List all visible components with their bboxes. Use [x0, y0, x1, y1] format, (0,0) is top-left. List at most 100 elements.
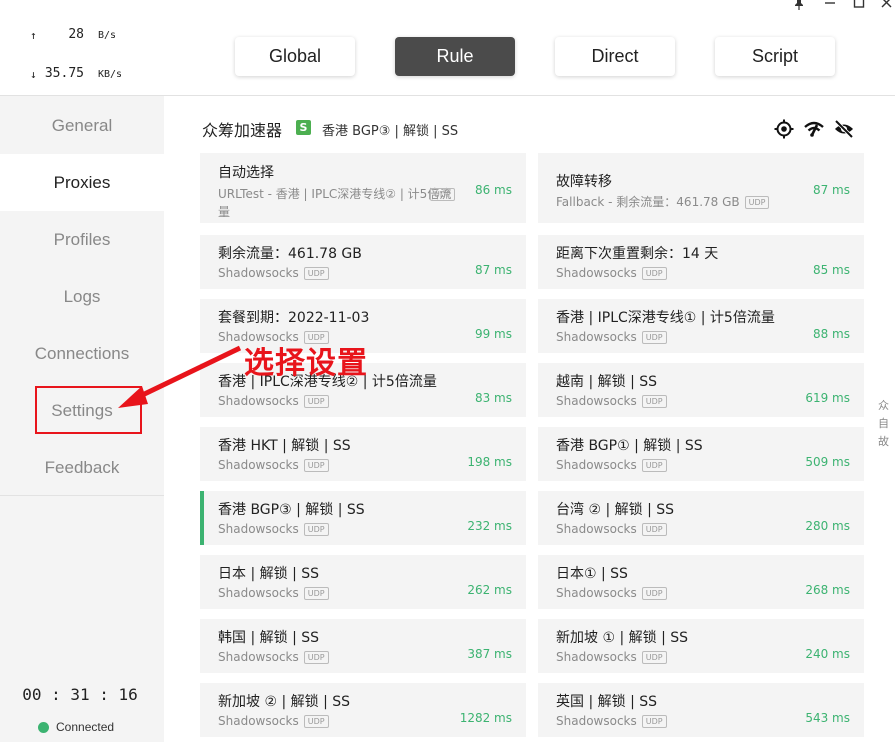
- proxy-card-fallback[interactable]: 故障转移 Fallback - 剩余流量：461.78 GB UDP 87 ms: [538, 153, 864, 223]
- proxy-card-13[interactable]: 日本① | SS Shadowsocks UDP 268 ms: [538, 555, 864, 609]
- proxy-delay[interactable]: 619 ms: [805, 391, 850, 405]
- group-current-proxy: 香港 BGP③ | 解锁 | SS: [322, 124, 459, 139]
- eye-off-icon[interactable]: [834, 119, 854, 139]
- proxy-card-10[interactable]: 香港 BGP③ | 解锁 | SS Shadowsocks UDP 232 ms: [200, 491, 526, 545]
- group-title: 众筹加速器: [202, 121, 283, 140]
- proxy-delay[interactable]: 86 ms: [475, 183, 512, 197]
- pin-icon[interactable]: [793, 0, 805, 10]
- proxy-delay[interactable]: 509 ms: [805, 455, 850, 469]
- minimize-icon[interactable]: [824, 0, 836, 10]
- udp-badge: UDP: [303, 459, 329, 472]
- proxy-delay[interactable]: 85 ms: [813, 263, 850, 277]
- proxy-delay[interactable]: 99 ms: [475, 327, 512, 341]
- proxy-card-16[interactable]: 新加坡 ② | 解锁 | SS Shadowsocks UDP 1282 ms: [200, 683, 526, 737]
- udp-badge: UDP: [303, 651, 329, 664]
- uptime-clock: 00 : 31 : 16: [22, 685, 138, 704]
- proxies-panel: 众筹加速器 S 香港 BGP③ | 解锁 | SS 自动选择 URLTest -…: [164, 97, 895, 742]
- proxy-card-17[interactable]: 英国 | 解锁 | SS Shadowsocks UDP 543 ms: [538, 683, 864, 737]
- udp-badge: UDP: [303, 715, 329, 728]
- proxy-type: Shadowsocks UDP: [218, 650, 329, 664]
- proxy-name: 剩余流量：461.78 GB: [218, 246, 362, 262]
- proxy-type: Shadowsocks UDP: [556, 714, 667, 728]
- proxy-name: 香港 HKT | 解锁 | SS: [218, 438, 351, 454]
- proxy-name: 韩国 | 解锁 | SS: [218, 630, 320, 646]
- proxy-name: 自动选择: [218, 165, 274, 181]
- proxy-card-14[interactable]: 韩国 | 解锁 | SS Shadowsocks UDP 387 ms: [200, 619, 526, 673]
- udp-badge: UDP: [641, 651, 667, 664]
- proxy-delay[interactable]: 262 ms: [467, 583, 512, 597]
- proxy-card-9[interactable]: 香港 BGP① | 解锁 | SS Shadowsocks UDP 509 ms: [538, 427, 864, 481]
- proxy-delay[interactable]: 87 ms: [813, 183, 850, 197]
- side-hint-1: 众: [878, 399, 889, 412]
- annotation-text: 选择设置: [244, 346, 368, 381]
- locate-icon[interactable]: [774, 119, 794, 139]
- proxy-name: 英国 | 解锁 | SS: [556, 694, 658, 710]
- download-speed: ↓ 35.75 KB/s: [0, 66, 164, 86]
- upload-value: 28: [68, 27, 84, 42]
- proxy-delay[interactable]: 1282 ms: [460, 711, 512, 725]
- download-unit: KB/s: [98, 69, 123, 80]
- udp-badge: UDP: [641, 331, 667, 344]
- udp-badge: UDP: [641, 715, 667, 728]
- proxy-card-2[interactable]: 剩余流量：461.78 GB Shadowsocks UDP 87 ms: [200, 235, 526, 289]
- udp-badge: UDP: [303, 267, 329, 280]
- proxy-name: 套餐到期：2022-11-03: [218, 310, 370, 326]
- proxy-card-3[interactable]: 距离下次重置剩余：14 天 Shadowsocks UDP 85 ms: [538, 235, 864, 289]
- proxy-delay[interactable]: 198 ms: [467, 455, 512, 469]
- proxy-card-5[interactable]: 香港 | IPLC深港专线① | 计5倍流量 Shadowsocks UDP 88 m…: [538, 299, 864, 353]
- proxy-delay[interactable]: 280 ms: [805, 519, 850, 533]
- proxy-delay[interactable]: 268 ms: [805, 583, 850, 597]
- proxy-name: 日本① | SS: [556, 566, 628, 582]
- udp-badge: UDP: [641, 395, 667, 408]
- sidebar-item-profiles[interactable]: Profiles: [0, 211, 164, 268]
- proxy-card-12[interactable]: 日本 | 解锁 | SS Shadowsocks UDP 262 ms: [200, 555, 526, 609]
- proxy-card-11[interactable]: 台湾 ② | 解锁 | SS Shadowsocks UDP 280 ms: [538, 491, 864, 545]
- sidebar-item-general[interactable]: General: [0, 97, 164, 154]
- sidebar-item-logs[interactable]: Logs: [0, 268, 164, 325]
- proxy-name: 香港 BGP① | 解锁 | SS: [556, 438, 703, 454]
- udp-badge: UDP: [641, 459, 667, 472]
- udp-badge: UDP: [303, 395, 329, 408]
- proxy-card-7[interactable]: 越南 | 解锁 | SS Shadowsocks UDP 619 ms: [538, 363, 864, 417]
- udp-badge: UDP: [641, 587, 667, 600]
- proxy-group-header[interactable]: 众筹加速器 S 香港 BGP③ | 解锁 | SS: [202, 117, 867, 140]
- proxy-delay[interactable]: 88 ms: [813, 327, 850, 341]
- proxy-type: Shadowsocks UDP: [556, 458, 667, 472]
- proxy-card-auto-select[interactable]: 自动选择 URLTest - 香港 | IPLC深港专线② | 计5倍流量 UDP…: [200, 153, 526, 223]
- proxy-name: 新加坡 ① | 解锁 | SS: [556, 630, 689, 646]
- proxy-delay[interactable]: 387 ms: [467, 647, 512, 661]
- mode-script-button[interactable]: Script: [715, 37, 835, 76]
- proxy-name: 香港 BGP③ | 解锁 | SS: [218, 502, 365, 518]
- proxy-delay[interactable]: 543 ms: [805, 711, 850, 725]
- proxy-delay[interactable]: 232 ms: [467, 519, 512, 533]
- sidebar-item-feedback[interactable]: Feedback: [0, 439, 164, 496]
- download-arrow-icon: ↓: [30, 68, 37, 81]
- proxy-delay[interactable]: 87 ms: [475, 263, 512, 277]
- side-hint-2: 自: [878, 417, 889, 430]
- mode-bar: Global Rule Direct Script: [164, 0, 895, 96]
- udp-badge: UDP: [641, 523, 667, 536]
- proxy-card-15[interactable]: 新加坡 ① | 解锁 | SS Shadowsocks UDP 240 ms: [538, 619, 864, 673]
- mode-direct-button[interactable]: Direct: [555, 37, 675, 76]
- close-icon[interactable]: [881, 0, 893, 10]
- mode-global-button[interactable]: Global: [235, 37, 355, 76]
- proxy-type: Shadowsocks UDP: [556, 522, 667, 536]
- proxy-name: 香港 | IPLC深港专线① | 计5倍流量: [556, 310, 775, 326]
- proxy-name: 越南 | 解锁 | SS: [556, 374, 658, 390]
- proxy-delay[interactable]: 240 ms: [805, 647, 850, 661]
- upload-speed: ↑ 28 B/s: [0, 27, 164, 47]
- nav-divider: [0, 495, 164, 496]
- udp-badge: UDP: [430, 188, 455, 201]
- proxy-type: URLTest - 香港 | IPLC深港专线② | 计5倍流量 UDP: [218, 185, 458, 221]
- proxy-type: Shadowsocks UDP: [218, 522, 329, 536]
- wifi-speed-icon[interactable]: [804, 119, 824, 139]
- status-label: Connected: [56, 720, 115, 734]
- proxy-name: 新加坡 ② | 解锁 | SS: [218, 694, 351, 710]
- proxy-delay[interactable]: 83 ms: [475, 391, 512, 405]
- mode-rule-button[interactable]: Rule: [395, 37, 515, 76]
- proxy-name: 距离下次重置剩余：14 天: [556, 246, 719, 262]
- sidebar-item-proxies[interactable]: Proxies: [0, 154, 164, 211]
- proxy-type: Shadowsocks UDP: [218, 714, 329, 728]
- proxy-card-8[interactable]: 香港 HKT | 解锁 | SS Shadowsocks UDP 198 ms: [200, 427, 526, 481]
- maximize-icon[interactable]: [853, 0, 865, 10]
